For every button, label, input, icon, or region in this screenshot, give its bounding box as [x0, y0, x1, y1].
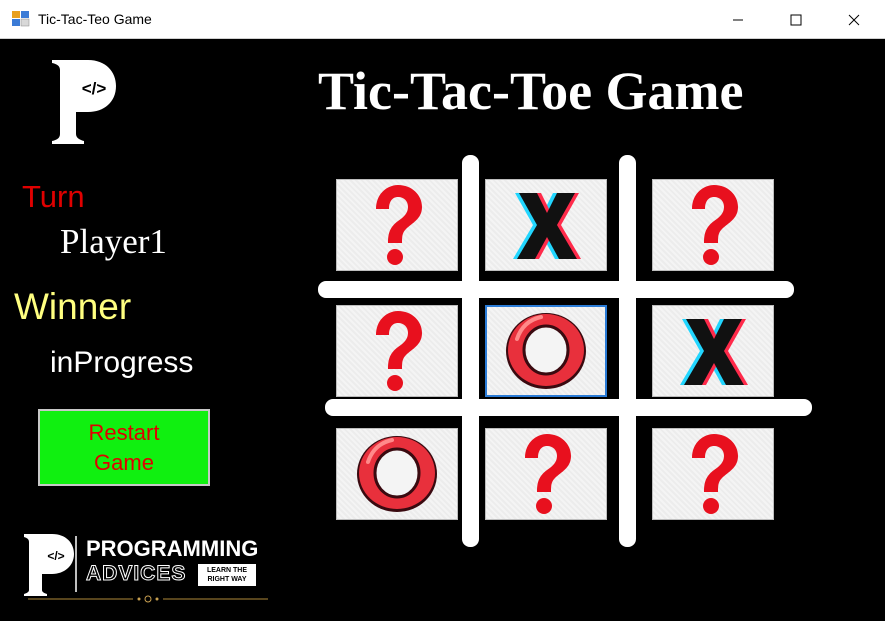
- winner-value: inProgress: [50, 346, 194, 379]
- restart-game-button[interactable]: Restart Game: [38, 409, 210, 486]
- brand-name: PROGRAMMING: [86, 536, 259, 561]
- question-mark-icon: [376, 311, 422, 391]
- board-cell-1-2[interactable]: [485, 179, 607, 271]
- board-cell-3-1[interactable]: [336, 428, 458, 520]
- brand-tagline-line1: LEARN THE: [206, 567, 248, 574]
- title-bar: Tic-Tac-Teo Game: [0, 0, 885, 39]
- programming-advices-logo: </>: [52, 60, 116, 144]
- question-mark-icon: [692, 185, 738, 265]
- question-mark-icon: [525, 434, 571, 514]
- o-mark-icon: [506, 313, 586, 389]
- board-cell-1-3[interactable]: [652, 179, 774, 271]
- board-cell-1-1[interactable]: [336, 179, 458, 271]
- minimize-icon: [733, 19, 743, 20]
- board-cell-2-2[interactable]: [485, 305, 607, 397]
- turn-value: Player1: [60, 222, 167, 261]
- brand-p-icon: </>: [24, 534, 77, 596]
- maximize-button[interactable]: [767, 0, 825, 39]
- ornament-divider: [28, 595, 268, 603]
- window-title: Tic-Tac-Teo Game: [38, 11, 152, 27]
- svg-text:</>: </>: [47, 549, 64, 563]
- grid-line-horizontal-2: [325, 399, 812, 416]
- maximize-icon: [790, 14, 802, 25]
- turn-label: Turn: [22, 179, 85, 214]
- grid-line-vertical-2: [619, 155, 636, 547]
- brand-subtitle: ADVICES: [85, 562, 187, 586]
- board-cell-2-3[interactable]: [652, 305, 774, 397]
- o-mark-icon: [357, 436, 437, 512]
- brand-tagline: LEARN THE RIGHT WAY: [198, 564, 256, 586]
- game-title: Tic-Tac-Toe Game: [318, 61, 744, 121]
- board-cell-3-3[interactable]: [652, 428, 774, 520]
- x-mark-icon: [680, 319, 748, 385]
- brand-banner: </> PROGRAMMING ADVICES LEARN THE RIGHT …: [14, 520, 282, 608]
- board-cell-2-1[interactable]: [336, 305, 458, 397]
- logo-glyph: </>: [82, 79, 107, 98]
- x-mark-icon: [513, 193, 581, 259]
- question-mark-icon: [692, 434, 738, 514]
- brand-tagline-line2: RIGHT WAY: [207, 576, 247, 583]
- close-icon: [848, 14, 860, 25]
- app-icon: [12, 11, 30, 27]
- app-window: Tic-Tac-Teo Game </> Turn Player1 Winner…: [0, 0, 885, 621]
- grid-line-horizontal-1: [318, 281, 794, 298]
- grid-line-vertical-1: [462, 155, 479, 547]
- board-cell-3-2[interactable]: [485, 428, 607, 520]
- close-button[interactable]: [825, 0, 883, 39]
- question-mark-icon: [376, 185, 422, 265]
- minimize-button[interactable]: [709, 0, 767, 39]
- winner-label: Winner: [14, 286, 132, 327]
